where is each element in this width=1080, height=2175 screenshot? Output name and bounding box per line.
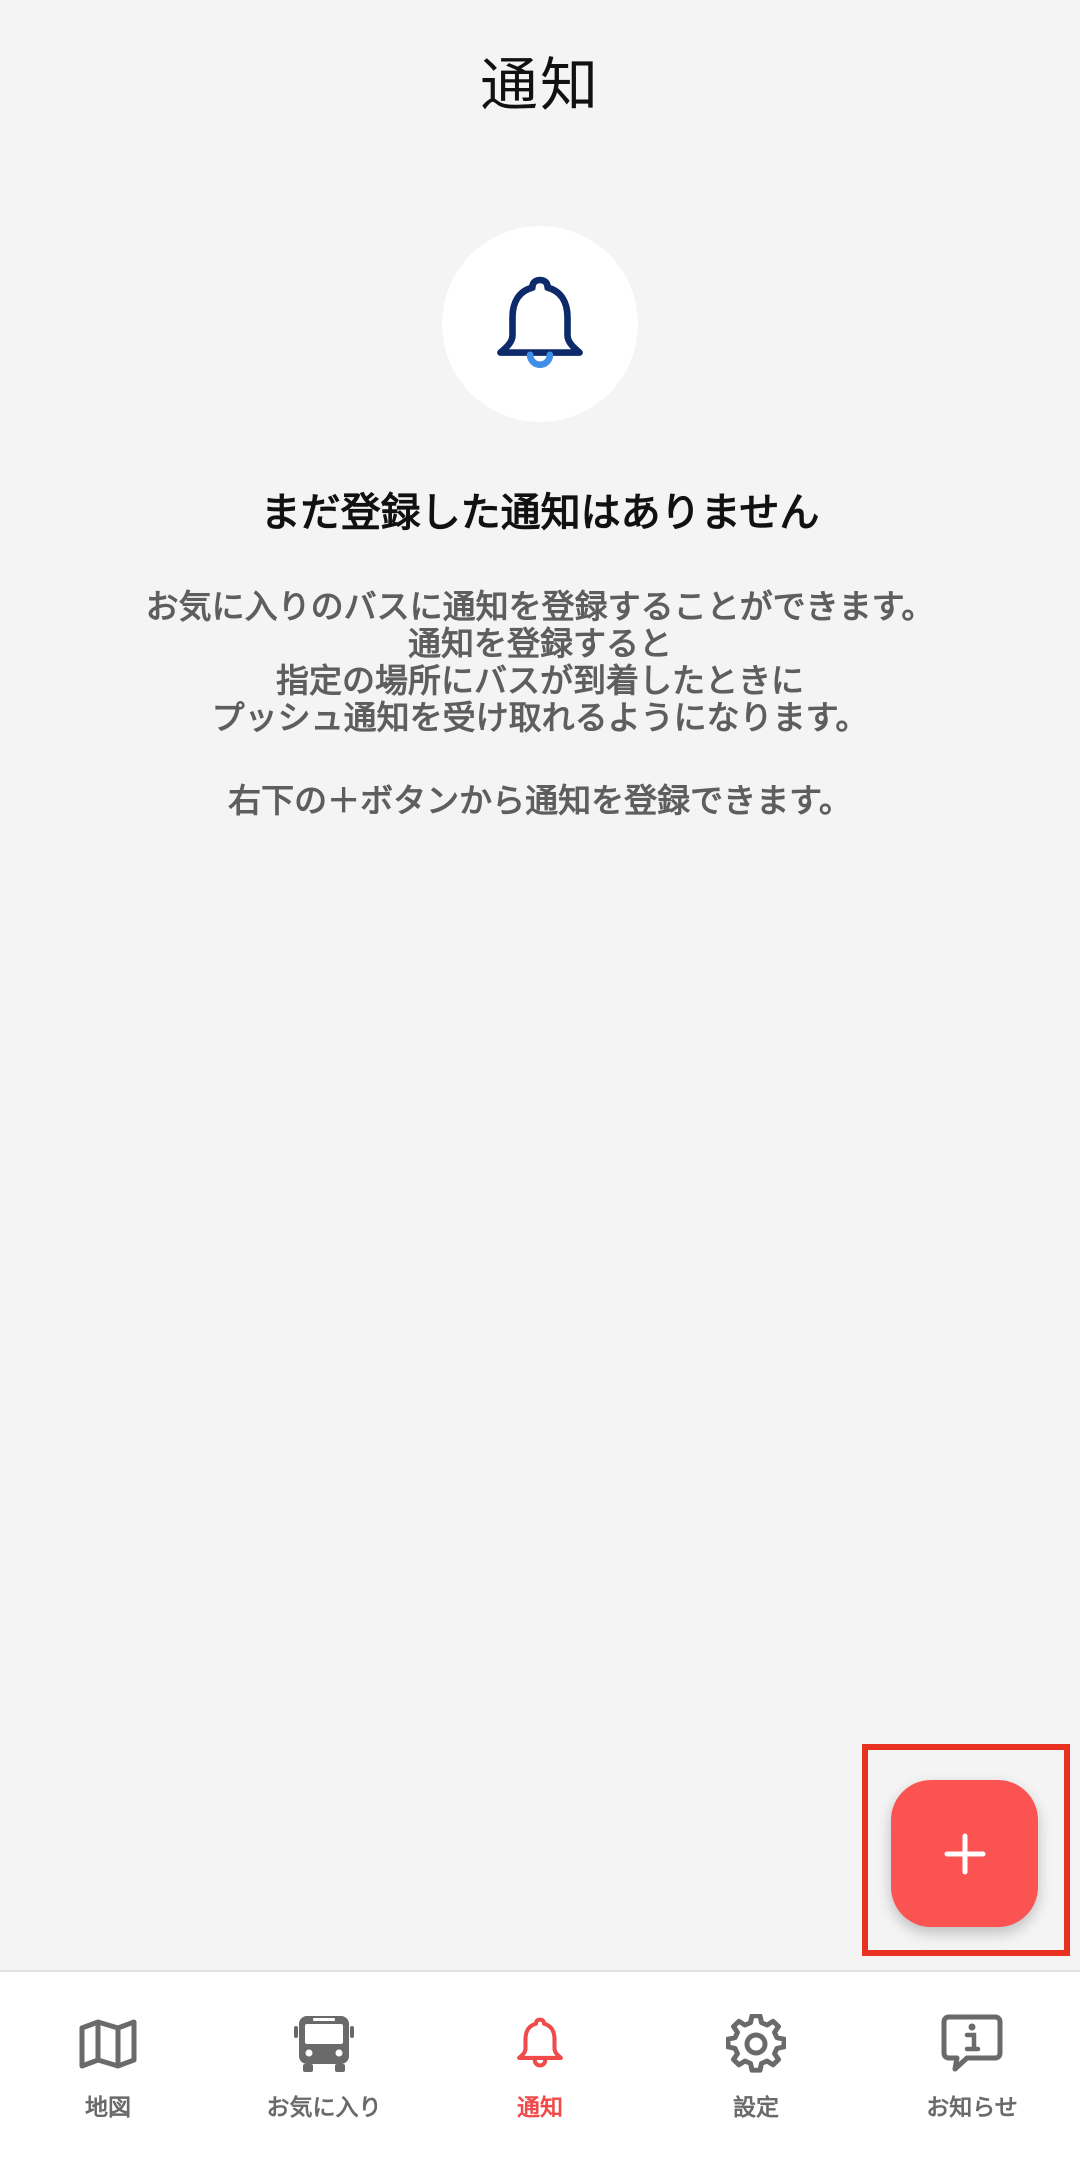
tab-label: 地図 [85, 2095, 131, 2121]
header: 通知 [0, 0, 1080, 160]
description-line: プッシュ通知を受け取れるようになります。 [211, 698, 869, 737]
description-line: 通知を登録すると [408, 624, 672, 663]
plus-icon [944, 1833, 985, 1874]
tab-map[interactable]: 地図 [0, 1972, 216, 2175]
empty-state-illustration [442, 226, 638, 422]
tab-label: 設定 [733, 2095, 779, 2121]
empty-state-hint: 右下の＋ボタンから通知を登録できます。 [228, 781, 852, 820]
empty-state-title: まだ登録した通知はありません [260, 490, 820, 536]
tab-settings[interactable]: 設定 [648, 1972, 864, 2175]
add-notification-button[interactable] [891, 1780, 1038, 1927]
empty-state-description: お気に入りのバスに通知を登録することができます。 通知を登録すると 指定の場所に… [0, 588, 1080, 736]
tab-label: 通知 [517, 2095, 563, 2121]
bus-icon [292, 2012, 356, 2076]
info-bubble-icon [940, 2012, 1004, 2076]
gear-icon [724, 2012, 788, 2076]
bell-icon [497, 276, 583, 368]
tab-favorites[interactable]: お気に入り [216, 1972, 432, 2175]
bell-icon [508, 2012, 572, 2076]
tab-label: お気に入り [266, 2095, 382, 2121]
notifications-screen: 通知 まだ登録した通知はありません お気に入りのバスに通知を登録することができま… [0, 0, 1080, 2175]
description-line: 指定の場所にバスが到着したときに [276, 661, 804, 700]
page-title: 通知 [479, 51, 600, 119]
description-line: お気に入りのバスに通知を登録することができます。 [145, 587, 935, 626]
bottom-tab-bar: 地図 お気に入り 通知 設定 お知らせ [0, 1970, 1080, 2175]
map-icon [76, 2012, 140, 2076]
tab-notifications[interactable]: 通知 [432, 1972, 648, 2175]
tab-label: お知らせ [926, 2095, 1018, 2121]
tab-news[interactable]: お知らせ [864, 1972, 1080, 2175]
